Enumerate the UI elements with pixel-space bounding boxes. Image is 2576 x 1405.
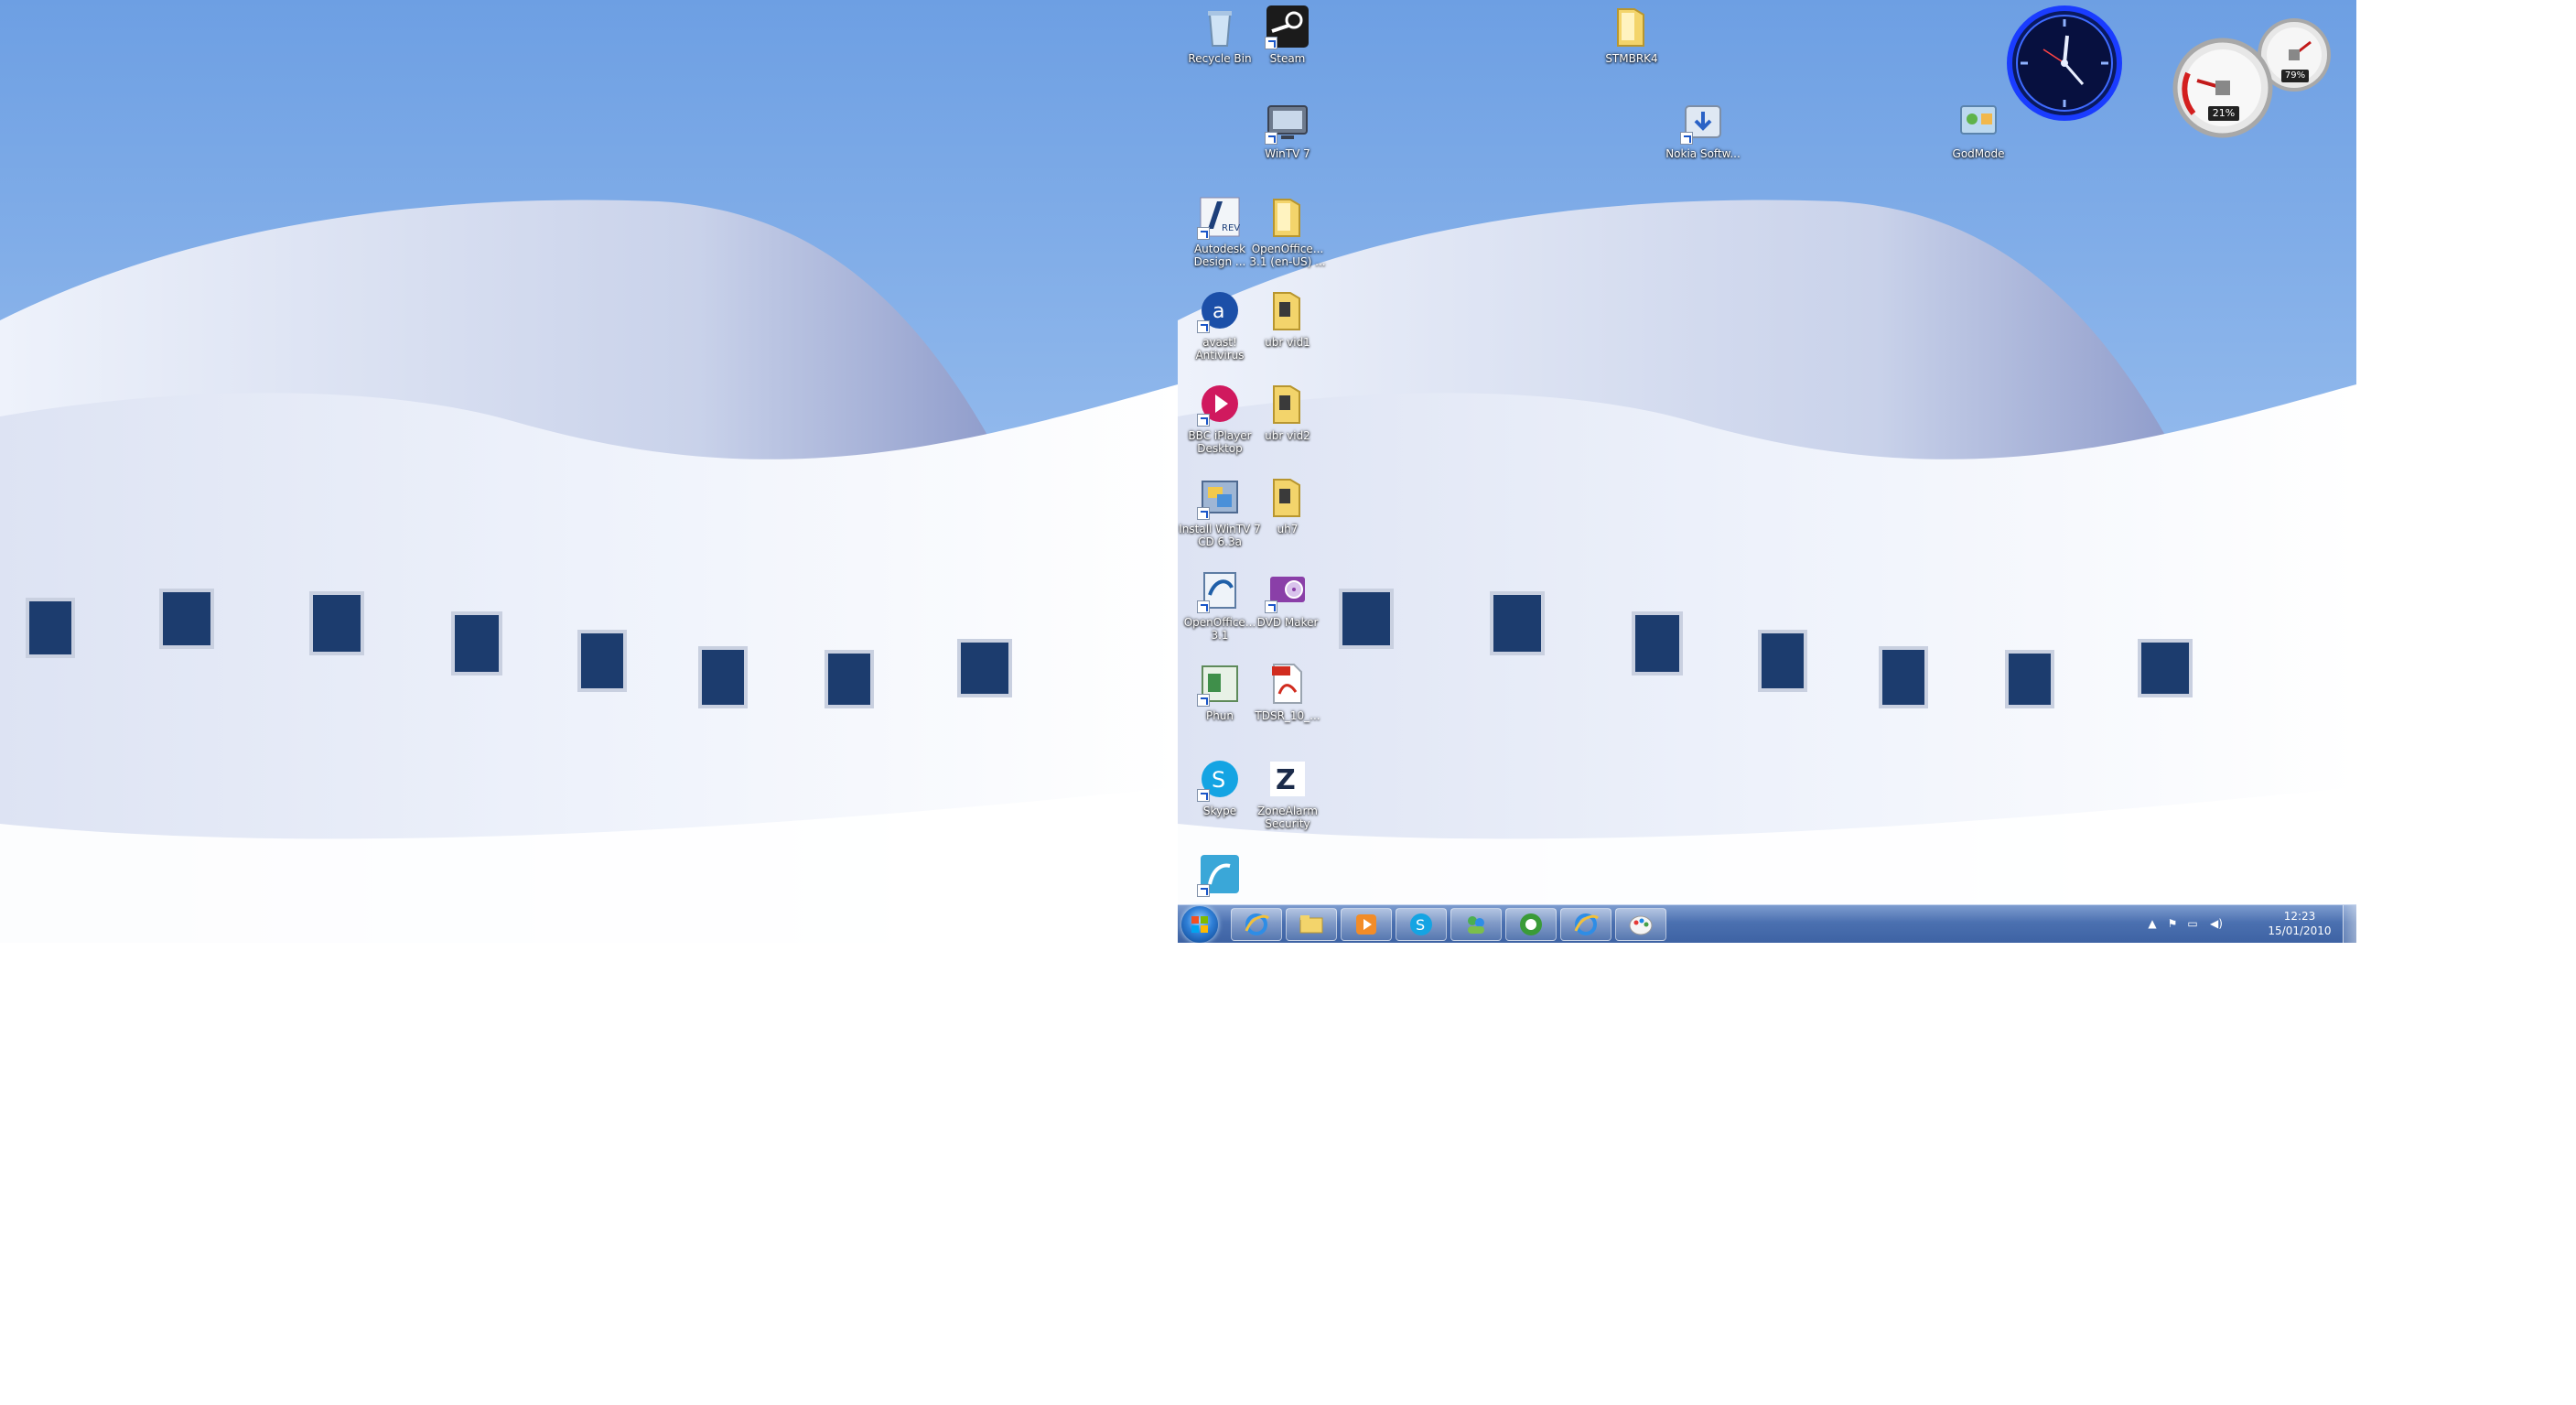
desktop-icon-pdf-file[interactable]: TDSR_10_... <box>1245 661 1330 722</box>
messenger-icon <box>1468 916 1484 934</box>
shortcut-arrow-icon <box>1197 414 1210 427</box>
taskbar-media-player-button[interactable] <box>1341 908 1392 941</box>
show-hidden-icons-button[interactable]: ▲ <box>2146 917 2159 930</box>
media-player-icon <box>1356 914 1376 935</box>
dvd-maker-icon <box>1265 567 1310 613</box>
svg-text:S: S <box>1416 916 1425 934</box>
desktop-icon-openoffice-installer[interactable]: OpenOffice... 3.1 (en-US) ... <box>1245 194 1330 268</box>
shortcut-arrow-icon <box>1197 507 1210 520</box>
paint-icon <box>1629 915 1653 935</box>
wallpaper-building <box>1178 0 2356 943</box>
desktop-icon-dvd-maker[interactable]: DVD Maker <box>1245 567 1330 629</box>
clock-gadget[interactable] <box>2007 5 2122 121</box>
system-tray: ▲ ⚑ ▭ ◀) 12:23 15/01/2010 <box>2146 905 2356 943</box>
svg-text:a: a <box>1213 300 1224 323</box>
taskbar-explorer-button[interactable] <box>1286 908 1337 941</box>
taskbar-ie-button[interactable] <box>1231 908 1282 941</box>
svg-text:REV: REV <box>1222 223 1240 233</box>
start-button[interactable] <box>1181 906 1218 943</box>
folder-icon <box>1299 915 1323 934</box>
desktop-icon-steam[interactable]: Steam <box>1245 4 1330 65</box>
desktop-icon-ubr-vid2[interactable]: ubr vid2 <box>1245 381 1330 442</box>
shortcut-arrow-icon <box>1265 37 1277 49</box>
folder-icon <box>1609 4 1654 49</box>
skype-icon: S <box>1197 756 1243 802</box>
pdf-icon <box>1265 661 1310 707</box>
shortcut-arrow-icon <box>1197 694 1210 707</box>
desktop-icon-stmbrk[interactable]: STMBRK4 <box>1590 4 1674 65</box>
ie-icon <box>1574 913 1600 935</box>
show-desktop-button[interactable] <box>2343 905 2356 943</box>
folder-icon <box>1265 474 1310 520</box>
clock-date: 15/01/2010 <box>2268 924 2332 937</box>
folder-icon <box>1265 194 1310 240</box>
desktop-icon-ubr-vid[interactable]: ubr vid1 <box>1245 287 1330 349</box>
volume-icon[interactable]: ◀) <box>2206 917 2226 930</box>
taskbar-ie2-button[interactable] <box>1560 908 1611 941</box>
shortcut-arrow-icon <box>1197 320 1210 333</box>
zonealarm-icon: Z <box>1265 756 1310 802</box>
memory-percent-readout: 79% <box>2281 70 2309 82</box>
cpu-percent-readout: 21% <box>2208 106 2239 121</box>
network-icon[interactable]: ▭ <box>2186 917 2199 930</box>
desktop-icon-zonealarm[interactable]: Z ZoneAlarm Security <box>1245 756 1330 830</box>
shortcut-arrow-icon <box>1680 132 1693 145</box>
openoffice-icon <box>1197 567 1243 613</box>
ie-icon <box>1245 913 1270 935</box>
recycle-bin-icon <box>1197 4 1243 49</box>
iplayer-icon <box>1197 381 1243 427</box>
shortcut-arrow-icon <box>1197 600 1210 613</box>
skype-icon: S <box>1410 913 1432 935</box>
shortcut-arrow-icon <box>1197 227 1210 240</box>
desktop-icon-wintv7[interactable]: WinTV 7 <box>1245 99 1330 160</box>
taskbar-messenger-button[interactable] <box>1450 908 1502 941</box>
taskbar-skype-button[interactable]: S <box>1396 908 1447 941</box>
cpu-meter-gadget[interactable]: 21% 79% <box>2166 13 2331 141</box>
app-shortcut-icon <box>1197 851 1243 897</box>
desktop-icon-uh7[interactable]: uh7 <box>1245 474 1330 535</box>
tv-icon <box>1265 99 1310 145</box>
media-center-icon <box>1520 913 1542 935</box>
steam-icon <box>1265 4 1310 49</box>
taskbar-paint-button[interactable] <box>1615 908 1666 941</box>
svg-text:S: S <box>1212 767 1225 793</box>
shortcut-arrow-icon <box>1197 884 1210 897</box>
clock-time: 12:23 <box>2283 910 2316 923</box>
taskbar-clock[interactable]: 12:23 15/01/2010 <box>2263 909 2336 938</box>
svg-text:Z: Z <box>1276 764 1296 796</box>
folder-icon <box>1265 381 1310 427</box>
shortcut-arrow-icon <box>1265 132 1277 145</box>
taskbar: S ▲ ⚑ ▭ ◀) 12:23 15/01/2010 <box>1178 904 2356 943</box>
control-panel-icon <box>1956 99 2001 145</box>
phun-icon <box>1197 661 1243 707</box>
avast-icon: a <box>1197 287 1243 333</box>
taskbar-media-center-button[interactable] <box>1505 908 1557 941</box>
shortcut-arrow-icon <box>1197 789 1210 802</box>
left-monitor-desktop <box>0 0 1178 943</box>
shortcut-arrow-icon <box>1265 600 1277 613</box>
desktop-icon-extra-shortcut[interactable] <box>1178 851 1262 900</box>
autodesk-icon: REV <box>1197 194 1243 240</box>
installer-icon <box>1197 474 1243 520</box>
download-icon <box>1680 99 1726 145</box>
right-monitor-desktop: Recycle Bin Steam STMBRK4 WinTV 7 Nokia … <box>1178 0 2356 943</box>
folder-icon <box>1265 287 1310 333</box>
desktop-icon-nokia-software[interactable]: Nokia Softw... <box>1661 99 1745 160</box>
action-center-flag-icon[interactable]: ⚑ <box>2166 917 2179 930</box>
wallpaper-building <box>0 0 1178 943</box>
